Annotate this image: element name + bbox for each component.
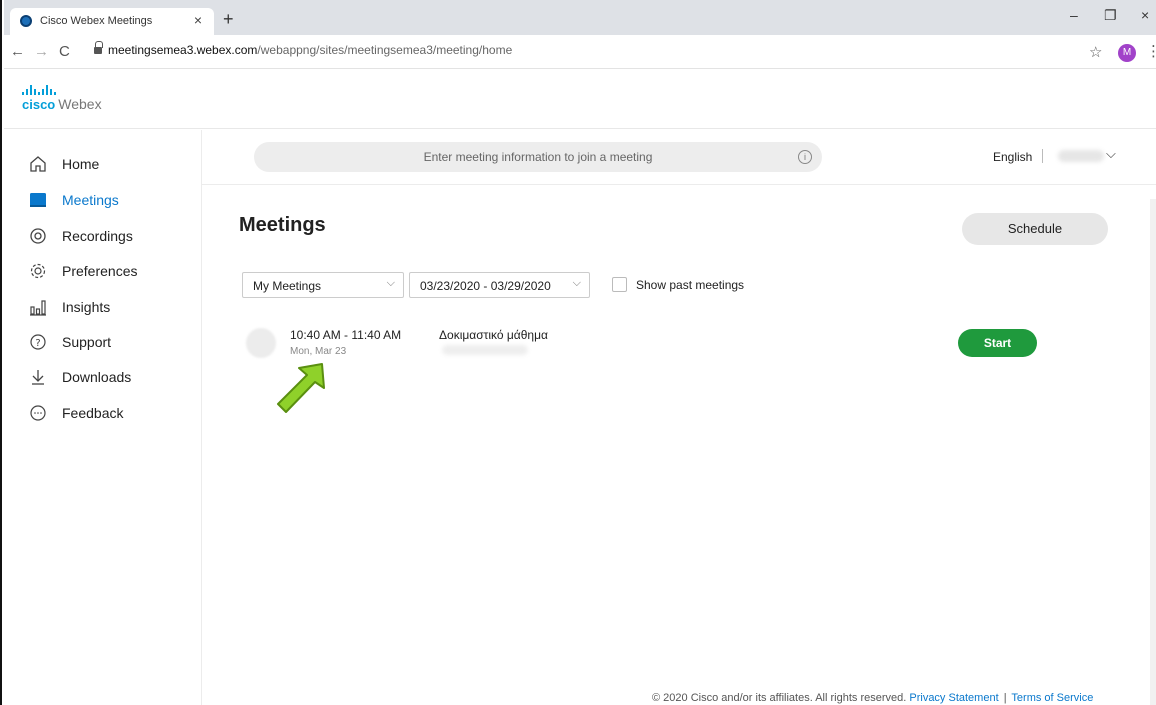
header-divider [1042,149,1043,163]
cisco-webex-logo[interactable]: cisco Webex [22,85,102,112]
chevron-down-icon: ⌵ [386,277,395,289]
date-range-dropdown[interactable]: 03/23/2020 - 03/29/2020 ⌵ [409,272,590,298]
tab-strip: Cisco Webex Meetings × + – ❐ × [4,0,1156,35]
new-tab-button[interactable]: + [223,9,234,30]
sidebar-item-support[interactable]: ? Support [28,330,111,354]
language-selector[interactable]: English [993,150,1032,164]
main-content: Enter meeting information to join a meet… [202,130,1156,705]
tab-close-icon[interactable]: × [194,12,202,28]
calendar-icon [30,193,46,207]
reload-icon[interactable]: C [59,43,70,60]
gear-icon [30,263,46,279]
meeting-filter-dropdown[interactable]: My Meetings ⌵ [242,272,404,298]
svg-text:?: ? [35,338,40,349]
profile-avatar[interactable]: M [1118,44,1136,62]
filter-value: My Meetings [253,279,322,293]
sidebar-item-insights[interactable]: Insights [28,295,110,319]
sidebar-item-label: Preferences [62,263,138,279]
browser-tab[interactable]: Cisco Webex Meetings × [10,8,214,35]
home-icon [30,156,46,172]
start-meeting-button[interactable]: Start [958,329,1037,357]
scrollbar[interactable] [1150,199,1156,705]
page-title: Meetings [239,214,326,236]
insights-icon [30,300,46,316]
join-placeholder: Enter meeting information to join a meet… [423,150,653,164]
join-meeting-input[interactable]: Enter meeting information to join a meet… [254,142,822,172]
sidebar-item-label: Support [62,334,112,350]
privacy-statement-link[interactable]: Privacy Statement [909,692,998,704]
date-range-value: 03/23/2020 - 03/29/2020 [420,279,551,293]
address-bar: ← → C meetingsemea3.webex.com/webappng/s… [4,35,1156,69]
sidebar-item-home[interactable]: Home [28,152,99,176]
sidebar: Home Meetings Recordings Preferences Ins… [4,130,202,705]
feedback-icon [30,405,46,421]
info-icon[interactable]: i [798,150,812,164]
url-field[interactable]: meetingsemea3.webex.com/webappng/sites/m… [94,41,1074,63]
sidebar-item-label: Meetings [62,192,119,208]
show-past-meetings-checkbox[interactable] [612,277,627,292]
schedule-button[interactable]: Schedule [962,213,1108,245]
user-name-blurred[interactable] [1058,150,1104,162]
meeting-date: Mon, Mar 23 [290,346,347,357]
logo-webex-text: Webex [58,96,102,112]
sidebar-item-label: Feedback [62,405,124,421]
record-icon [30,228,46,244]
sidebar-item-feedback[interactable]: Feedback [28,401,123,425]
terms-of-service-link[interactable]: Terms of Service [1011,692,1093,704]
url-text: meetingsemea3.webex.com/webappng/sites/m… [108,43,512,57]
chevron-down-icon[interactable]: ⌵ [1106,146,1116,162]
meeting-list-item[interactable]: 10:40 AM - 11:40 AM Mon, Mar 23 Δοκιμαστ… [242,322,1102,362]
browser-window: Cisco Webex Meetings × + – ❐ × ← → C mee… [0,0,1156,705]
window-close-icon[interactable]: × [1141,7,1149,23]
footer: © 2020 Cisco and/or its affiliates. All … [652,692,1093,704]
url-host: meetingsemea3.webex.com [108,43,258,57]
restore-icon[interactable]: ❐ [1104,7,1117,24]
tab-title: Cisco Webex Meetings [40,15,153,27]
top-bar: Enter meeting information to join a meet… [202,130,1156,185]
show-past-meetings-label[interactable]: Show past meetings [636,278,744,292]
sidebar-item-label: Downloads [62,369,132,385]
back-icon[interactable]: ← [10,43,25,60]
avatar [246,328,276,358]
chevron-down-icon: ⌵ [572,277,581,289]
meeting-title[interactable]: Δοκιμαστικό μάθημα [439,328,548,342]
forward-icon[interactable]: → [34,43,49,60]
help-icon: ? [30,334,46,350]
meeting-host-blurred [442,345,528,355]
sidebar-item-recordings[interactable]: Recordings [28,224,133,248]
sidebar-item-label: Insights [62,299,111,315]
copyright-text: © 2020 Cisco and/or its affiliates. All … [652,692,907,704]
browser-menu-icon[interactable]: ⋮ [1146,42,1156,60]
webex-favicon-icon [20,15,32,27]
sidebar-item-preferences[interactable]: Preferences [28,259,137,283]
lock-icon [94,41,103,55]
minimize-icon[interactable]: – [1070,7,1078,23]
app-header: cisco Webex [4,69,1156,129]
cisco-bars-icon [22,85,56,95]
annotation-arrow-icon [277,363,325,413]
meeting-time: 10:40 AM - 11:40 AM [290,328,402,342]
sidebar-item-label: Recordings [62,228,133,244]
download-icon [32,370,44,385]
bookmark-star-icon[interactable]: ☆ [1089,43,1102,61]
sidebar-item-downloads[interactable]: Downloads [28,365,131,389]
footer-separator: | [1003,692,1007,704]
sidebar-item-meetings[interactable]: Meetings [28,188,119,212]
logo-cisco-text: cisco [22,97,56,112]
url-path: /webappng/sites/meetingsemea3/meeting/ho… [257,43,513,57]
sidebar-item-label: Home [62,156,100,172]
